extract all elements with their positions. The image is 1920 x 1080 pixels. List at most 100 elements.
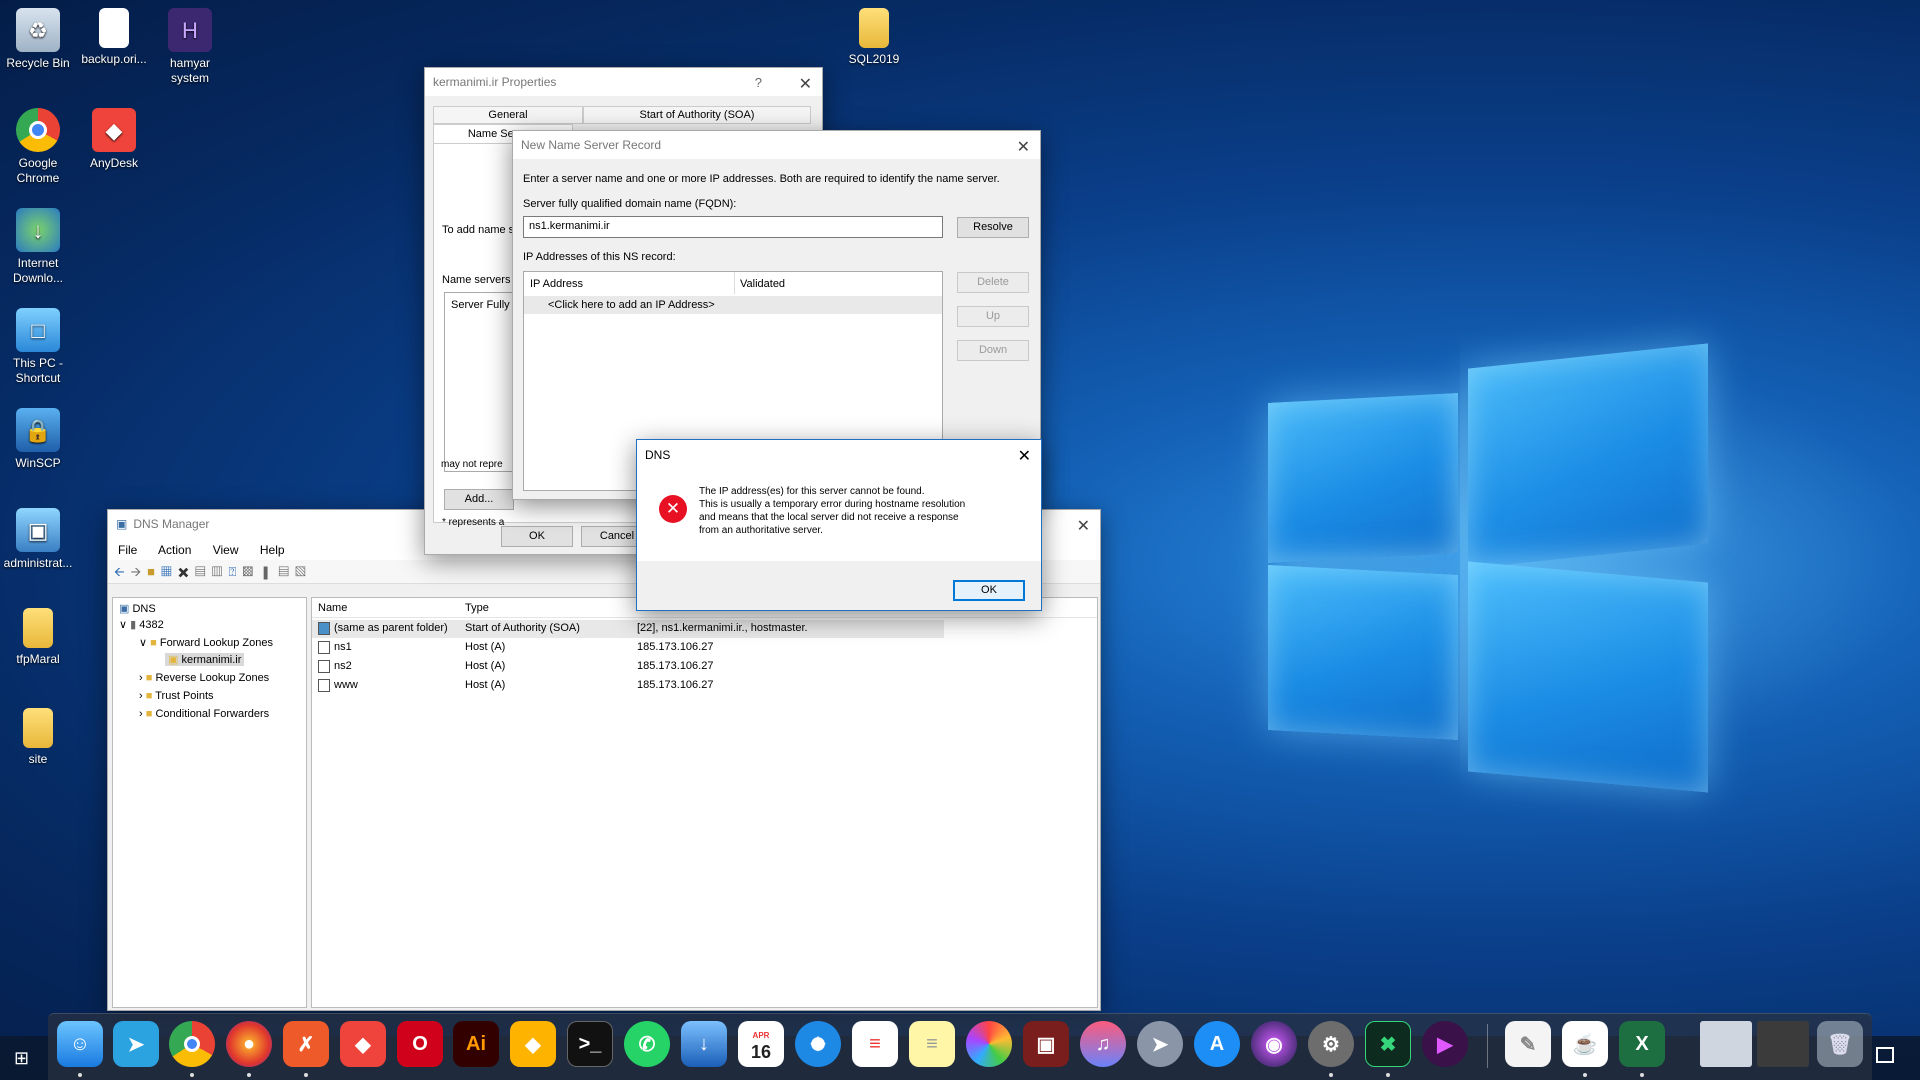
properties-icon[interactable]: ▤ [195,564,212,579]
back-icon[interactable]: 🡨 [114,564,131,579]
chrome-icon[interactable] [169,1021,215,1067]
notes-icon[interactable]: ≡ [909,1021,955,1067]
help-icon[interactable]: ⍰ [229,564,243,579]
close-icon[interactable]: ✕ [799,74,812,94]
finder-icon[interactable]: ☺ [57,1021,103,1067]
reminders-icon[interactable]: ≡ [852,1021,898,1067]
photo-booth-icon[interactable]: ▣ [1023,1021,1069,1067]
ok-button[interactable]: OK [501,526,573,547]
table-row[interactable]: ns2 Host (A) 185.173.106.27 [312,658,944,676]
network-app-icon[interactable]: ✖ [1365,1021,1411,1067]
refresh-icon[interactable]: ▩ [242,564,259,579]
system-preferences-gear-icon[interactable]: ⚙ [1308,1021,1354,1067]
desktop-icon-administrator[interactable]: ▣ administrat... [0,508,76,571]
table-row[interactable]: www Host (A) 185.173.106.27 [312,677,944,695]
ok-button[interactable]: OK [953,580,1025,601]
siri-icon[interactable]: ◉ [1251,1021,1297,1067]
downloads-stack-icon[interactable] [1757,1021,1809,1067]
column-validated[interactable]: Validated [740,278,785,290]
java-icon[interactable]: ☕ [1562,1021,1608,1067]
close-icon[interactable]: ✕ [1077,516,1090,536]
tab-general[interactable]: General [433,106,583,124]
chevron-right-icon[interactable]: › [139,672,143,684]
desktop-icon-tfpmaral[interactable]: tfpMaral [0,608,76,667]
desktop-icon-sql2019[interactable]: SQL2019 [836,8,912,67]
launchpad-rocket-icon[interactable]: ➤ [1137,1021,1183,1067]
sketch-icon[interactable]: ◆ [510,1021,556,1067]
photos-icon[interactable] [966,1021,1012,1067]
column-type[interactable]: Type [465,602,489,614]
record-icon[interactable]: ▧ [295,564,312,579]
textedit-icon[interactable]: ✎ [1505,1021,1551,1067]
table-row[interactable]: (same as parent folder) Start of Authori… [312,620,944,638]
server-icon[interactable]: ▮ [259,564,278,579]
running-indicator [304,1073,308,1077]
chevron-down-icon[interactable]: ∨ [119,619,127,631]
desktop-icon-anydesk[interactable]: ◆ AnyDesk [76,108,152,171]
calendar-icon[interactable]: APR 16 [738,1021,784,1067]
desktop-icon-hamyar[interactable]: H hamyar system [152,8,228,86]
terminal-icon[interactable]: >_ [567,1021,613,1067]
delete-icon[interactable]: ✖ [178,564,195,579]
forward-icon[interactable]: 🡪 [131,564,148,579]
menu-file[interactable]: File [118,543,137,557]
close-icon[interactable]: ✕ [1018,446,1031,466]
chevron-right-icon[interactable]: › [139,708,143,720]
remote-desktop-app-icon[interactable]: ✗ [283,1021,329,1067]
opera-icon[interactable]: O [397,1021,443,1067]
tree-conditional-forwarders[interactable]: › ■ Conditional Forwarders [139,708,269,720]
firefox-icon[interactable]: ● [226,1021,272,1067]
desktop-icon-chrome[interactable]: Google Chrome [0,108,76,186]
start-windows-icon[interactable]: ⊞ [14,1048,29,1069]
export-icon[interactable]: ▥ [212,564,229,579]
chevron-right-icon[interactable]: › [139,690,143,702]
desktop-icon-this-pc[interactable]: □ This PC - Shortcut [0,308,76,386]
telegram-icon[interactable]: ➤ [113,1021,159,1067]
notification-center-icon[interactable] [1876,1047,1894,1063]
tree-trust-points[interactable]: › ■ Trust Points [139,690,214,702]
tab-soa[interactable]: Start of Authority (SOA) [583,106,811,124]
adobe-illustrator-icon[interactable]: Ai [453,1021,499,1067]
tree-reverse-lookup-zones[interactable]: › ■ Reverse Lookup Zones [139,672,269,684]
close-icon[interactable]: ✕ [1017,137,1030,157]
add-button[interactable]: Add... [444,489,514,510]
chevron-down-icon[interactable]: ∨ [139,637,147,649]
menu-view[interactable]: View [213,543,239,557]
desktop-icon-backup[interactable]: backup.ori... [76,8,152,67]
resolve-button[interactable]: Resolve [957,217,1029,238]
help-question-icon[interactable]: ? [755,75,762,90]
screenshot-stack-icon[interactable] [1700,1021,1752,1067]
up-folder-icon[interactable]: ■ [147,564,161,579]
column-name[interactable]: Name [318,602,347,614]
tree-forward-lookup-zones[interactable]: ∨ ■ Forward Lookup Zones [139,636,273,649]
desktop-icon-site[interactable]: site [0,708,76,767]
intro-text: Enter a server name and one or more IP a… [523,173,1000,185]
safari-icon[interactable]: ✦ [795,1021,841,1067]
down-button[interactable]: Down [957,340,1029,361]
delete-button[interactable]: Delete [957,272,1029,293]
menu-help[interactable]: Help [260,543,285,557]
fqdn-input[interactable]: ns1.kermanimi.ir [523,216,943,238]
desktop-icon-recycle-bin[interactable]: ♻ Recycle Bin [0,8,76,71]
trash-icon[interactable]: 🗑 [1817,1021,1863,1067]
table-row[interactable]: ns1 Host (A) 185.173.106.27 [312,639,944,657]
music-icon[interactable]: ♫ [1080,1021,1126,1067]
tree-root-dns[interactable]: ▣ DNS [119,602,156,615]
downloader-icon[interactable]: ↓ [681,1021,727,1067]
name-servers-list[interactable]: Server Fully [444,292,514,472]
column-ip-address[interactable]: IP Address [530,278,583,290]
tree-server[interactable]: ∨ ▮ 4382 [119,618,164,631]
show-tree-icon[interactable]: ▦ [161,564,178,579]
desktop-icon-idm[interactable]: ↓ Internet Downlo... [0,208,76,286]
whatsapp-icon[interactable]: ✆ [624,1021,670,1067]
app-store-icon[interactable]: A [1194,1021,1240,1067]
desktop-icon-winscp[interactable]: 🔒 WinSCP [0,408,76,471]
anydesk-icon[interactable]: ◆ [340,1021,386,1067]
media-player-icon[interactable]: ▶ [1422,1021,1468,1067]
menu-action[interactable]: Action [158,543,191,557]
excel-icon[interactable]: X [1619,1021,1665,1067]
add-ip-row[interactable]: <Click here to add an IP Address> [524,296,942,314]
tree-zone-selected[interactable]: ▣ kermanimi.ir [165,653,245,666]
list-icon[interactable]: ▤ [278,564,295,579]
up-button[interactable]: Up [957,306,1029,327]
